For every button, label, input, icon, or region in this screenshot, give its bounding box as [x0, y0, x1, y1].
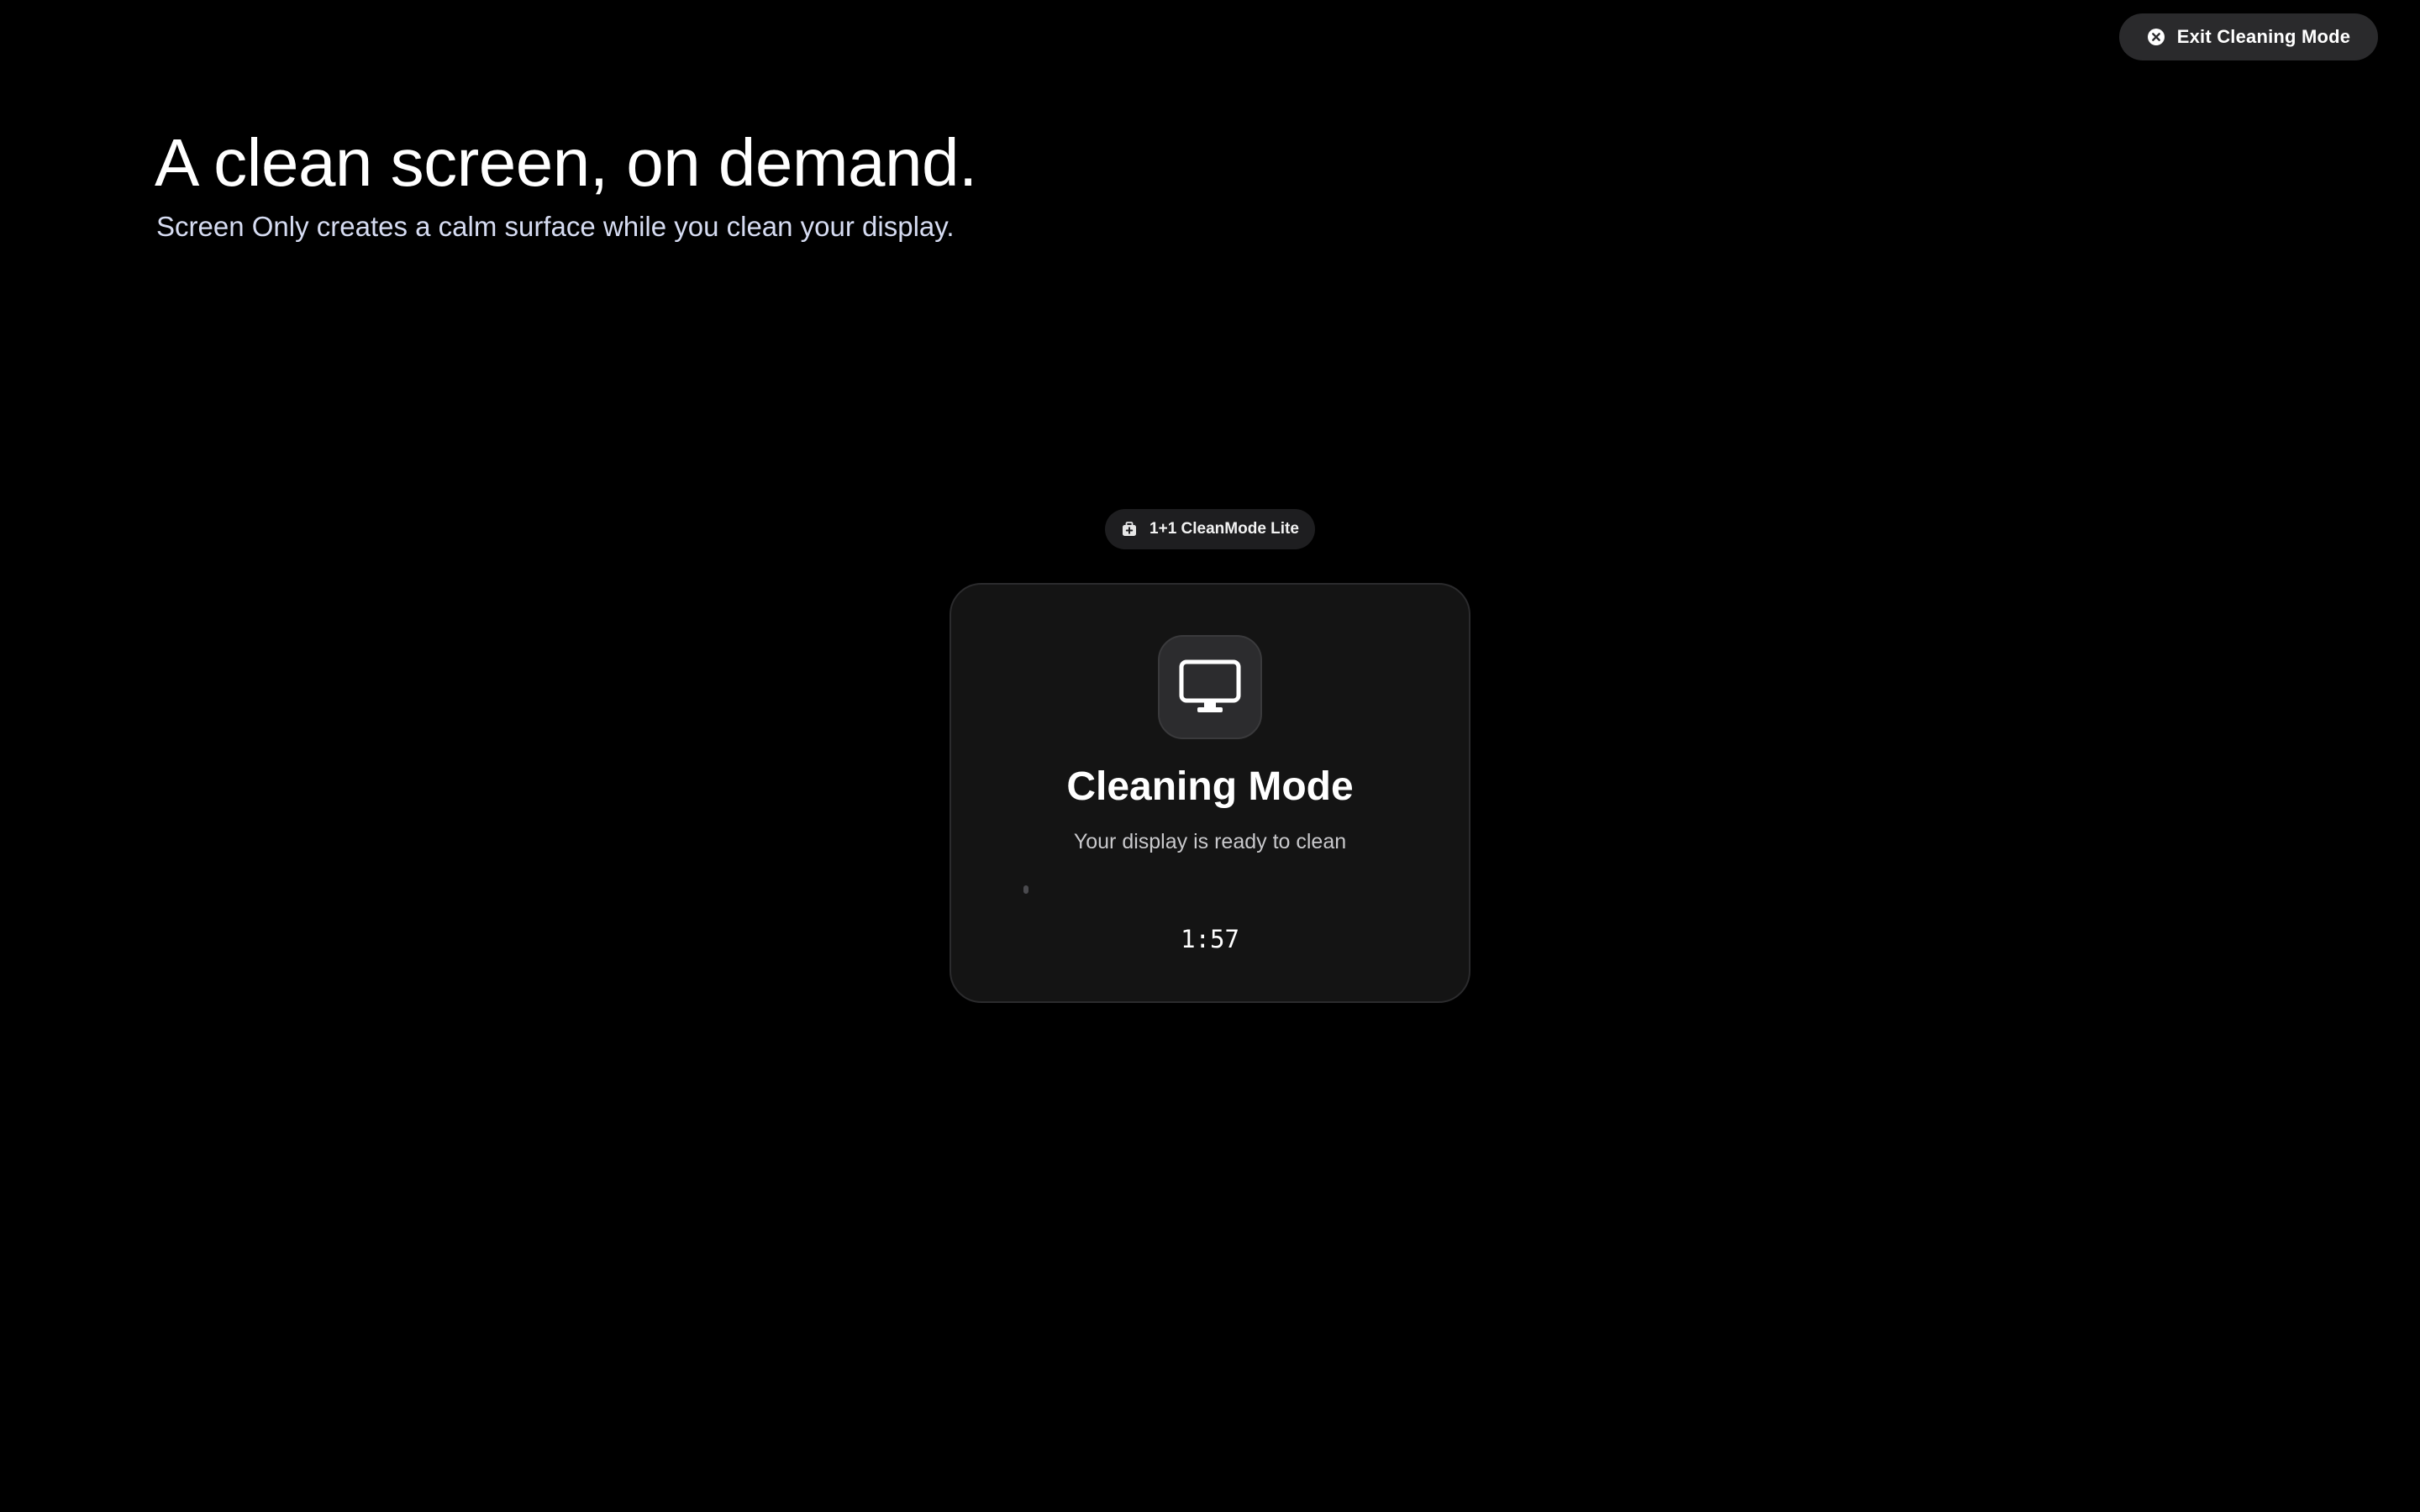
card-title: Cleaning Mode	[1066, 764, 1354, 809]
cleaning-mode-screen: Exit Cleaning Mode A clean screen, on de…	[0, 0, 2420, 1512]
cleaning-progress-bar	[1023, 885, 1398, 894]
countdown-timer: 1:57	[1181, 925, 1239, 953]
plan-badge-label: 1+1 CleanMode Lite	[1150, 520, 1299, 538]
app-icon-tile	[1158, 635, 1262, 739]
page-subtitle: Screen Only creates a calm surface while…	[156, 211, 955, 242]
close-circle-icon	[2147, 28, 2165, 46]
cleaning-mode-card: Cleaning Mode Your display is ready to c…	[950, 583, 1470, 1003]
page-title: A clean screen, on demand.	[155, 125, 977, 200]
desktop-monitor-icon	[1179, 659, 1241, 715]
briefcase-plus-icon	[1121, 521, 1138, 538]
card-subtitle: Your display is ready to clean	[1073, 830, 1347, 853]
hero-section: A clean screen, on demand. Screen Only c…	[155, 123, 977, 245]
progress-fill	[1023, 885, 1028, 894]
exit-button-label: Exit Cleaning Mode	[2176, 26, 2351, 47]
exit-cleaning-mode-button[interactable]: Exit Cleaning Mode	[2119, 13, 2378, 60]
plan-badge: 1+1 CleanMode Lite	[1105, 509, 1315, 549]
